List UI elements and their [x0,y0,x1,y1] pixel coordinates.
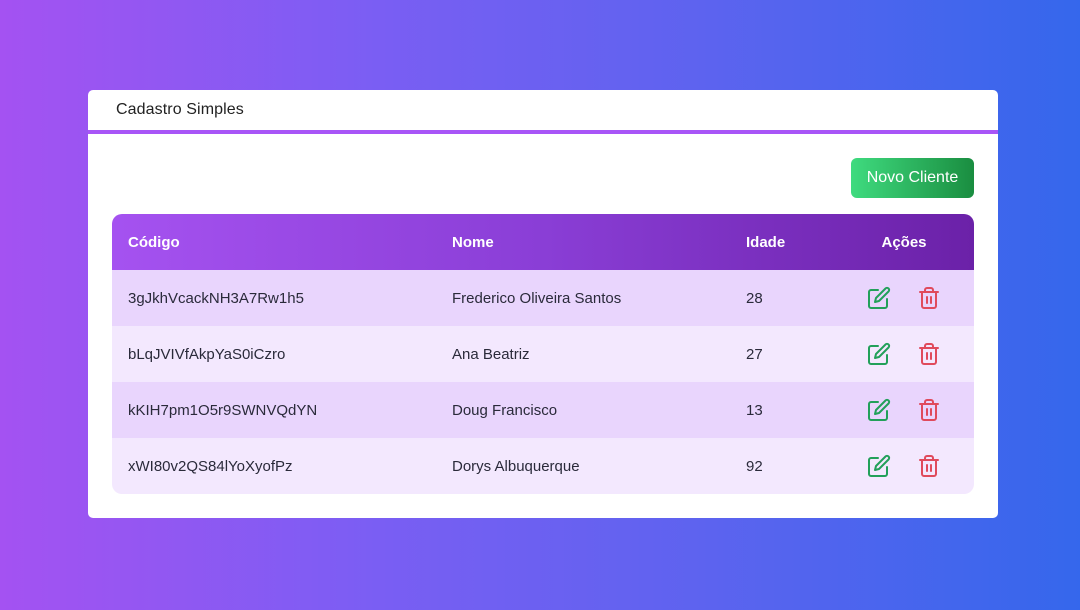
table-header-row: Código Nome Idade Ações [112,214,974,270]
clients-table-wrapper: Código Nome Idade Ações 3gJkhVcackNH3A7R… [112,214,974,494]
cell-idade: 92 [746,457,763,475]
column-header-idade: Idade [746,233,786,251]
trash-icon[interactable] [917,398,941,422]
trash-icon[interactable] [917,454,941,478]
edit-icon[interactable] [867,454,891,478]
table-row: kKIH7pm1O5r9SWNVQdYN Doug Francisco 13 [112,382,974,438]
cell-nome: Frederico Oliveira Santos [452,289,622,307]
cell-codigo: 3gJkhVcackNH3A7Rw1h5 [128,289,304,307]
edit-icon[interactable] [867,342,891,366]
new-client-button[interactable]: Novo Cliente [851,158,974,198]
cell-codigo: xWI80v2QS84lYoXyofPz [128,457,293,475]
cell-acoes [834,270,974,326]
cell-codigo: bLqJVIVfAkpYaS0iCzro [128,345,286,363]
clients-table: Código Nome Idade Ações 3gJkhVcackNH3A7R… [112,214,974,494]
page-title: Cadastro Simples [116,101,244,118]
table-row: bLqJVIVfAkpYaS0iCzro Ana Beatriz 27 [112,326,974,382]
cell-acoes [834,438,974,494]
cell-nome: Dorys Albuquerque [452,457,580,475]
cell-idade: 13 [746,401,763,419]
trash-icon[interactable] [917,342,941,366]
cell-idade: 28 [746,289,763,307]
table-row: xWI80v2QS84lYoXyofPz Dorys Albuquerque 9… [112,438,974,494]
edit-icon[interactable] [867,398,891,422]
edit-icon[interactable] [867,286,891,310]
cell-acoes [834,382,974,438]
column-header-codigo: Código [128,233,180,251]
cell-codigo: kKIH7pm1O5r9SWNVQdYN [128,401,318,419]
cell-nome: Doug Francisco [452,401,558,419]
cell-idade: 27 [746,345,763,363]
table-row: 3gJkhVcackNH3A7Rw1h5 Frederico Oliveira … [112,270,974,326]
toolbar: Novo Cliente [851,158,974,198]
column-header-nome: Nome [452,233,494,251]
main-card: Cadastro Simples Novo Cliente Código Nom… [88,90,998,518]
cell-nome: Ana Beatriz [452,345,530,363]
column-header-acoes: Ações [881,233,927,251]
card-header: Cadastro Simples [88,90,998,134]
cell-acoes [834,326,974,382]
trash-icon[interactable] [917,286,941,310]
